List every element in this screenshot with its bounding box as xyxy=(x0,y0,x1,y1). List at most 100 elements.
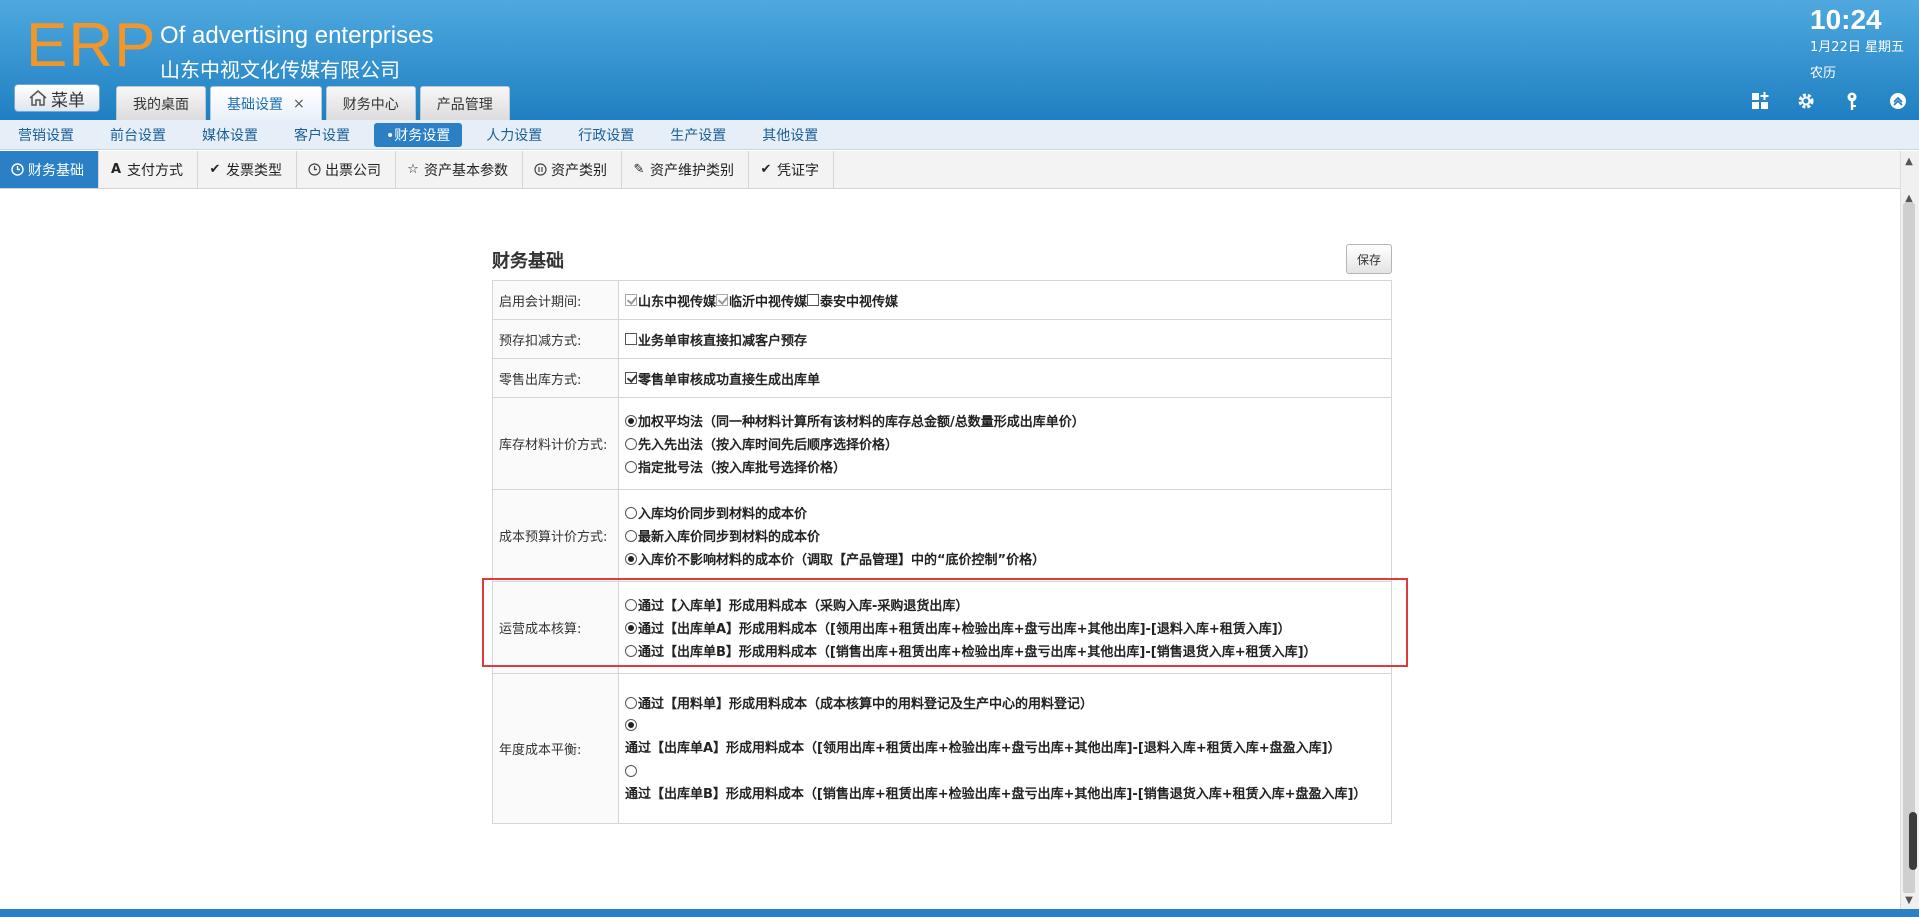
company-name-en: Of advertising enterprises xyxy=(160,22,434,49)
option-label: 通过【入库单】形成用料成本（采购入库-采购退货出库） xyxy=(638,599,969,614)
option-label: 入库价不影响材料的成本价（调取【产品管理】中的“底价控制”价格） xyxy=(638,553,1046,568)
checkbox-prestore-deduct[interactable] xyxy=(625,333,637,345)
row-options: 山东中视传媒 临沂中视传媒 泰安中视传媒 xyxy=(618,280,1392,320)
add-module-icon[interactable] xyxy=(1749,90,1771,112)
subnav-hr-settings[interactable]: 人力设置 xyxy=(474,123,554,147)
check-icon: ✔ xyxy=(209,162,221,177)
collapse-up-icon[interactable] xyxy=(1887,90,1909,112)
tool-label: 发票类型 xyxy=(226,162,282,179)
table-row: 库存材料计价方式: 加权平均法（同一种材料计算所有该材料的库存总金额/总数量形成… xyxy=(492,397,1392,490)
tool-payment-methods[interactable]: A 支付方式 xyxy=(99,151,198,188)
pause-icon xyxy=(533,163,547,177)
option-label: 最新入库价同步到材料的成本价 xyxy=(638,530,821,545)
clock-icon xyxy=(307,163,321,177)
tool-invoicing-company[interactable]: 出票公司 xyxy=(297,151,396,188)
tab-label: 我的桌面 xyxy=(133,96,189,113)
radio-weighted-average[interactable] xyxy=(625,414,637,427)
subnav-media-settings[interactable]: 媒体设置 xyxy=(190,123,270,147)
gear-icon[interactable] xyxy=(1795,90,1817,112)
page-title: 财务基础 xyxy=(492,251,564,272)
table-row: 成本预算计价方式: 入库均价同步到材料的成本价 最新入库价同步到材料的成本价 入… xyxy=(492,489,1392,582)
checkbox-retail-outbound[interactable] xyxy=(625,372,637,384)
radio-inbound-no-effect[interactable] xyxy=(625,552,637,565)
tab-my-desktop[interactable]: 我的桌面 xyxy=(116,86,206,120)
table-row: 运营成本核算: 通过【入库单】形成用料成本（采购入库-采购退货出库） 通过【出库… xyxy=(492,581,1392,674)
tool-finance-basics[interactable]: 财务基础 xyxy=(0,151,99,188)
settings-category-nav: 营销设置 前台设置 媒体设置 客户设置 •财务设置 人力设置 行政设置 生产设置… xyxy=(0,120,1919,150)
radio-outbound-b-cost[interactable] xyxy=(625,644,637,657)
subnav-customer-settings[interactable]: 客户设置 xyxy=(282,123,362,147)
checkbox-shandong[interactable] xyxy=(625,294,637,306)
tool-label: 凭证字 xyxy=(777,162,819,179)
table-row: 预存扣减方式: 业务单审核直接扣减客户预存 xyxy=(492,319,1392,359)
radio-fifo[interactable] xyxy=(625,437,637,450)
radio-inbound-order-cost[interactable] xyxy=(625,598,637,611)
tool-invoice-types[interactable]: ✔ 发票类型 xyxy=(198,151,297,188)
scroll-grip-handle[interactable] xyxy=(1909,812,1917,870)
option-label: 山东中视传媒 xyxy=(638,294,717,310)
row-options: 通过【用料单】形成用料成本（成本核算中的用料登记及生产中心的用料登记） 通过【出… xyxy=(618,673,1392,824)
radio-inbound-average-price[interactable] xyxy=(625,506,637,519)
tool-label: 出票公司 xyxy=(325,162,381,179)
checkbox-linyi[interactable] xyxy=(716,294,729,306)
scrollbar-thumb[interactable] xyxy=(1903,203,1915,893)
scroll-up-arrow-icon[interactable]: ▲ xyxy=(1903,156,1915,167)
row-options: 业务单审核直接扣减客户预存 xyxy=(618,319,1392,359)
row-options: 入库均价同步到材料的成本价 最新入库价同步到材料的成本价 入库价不影响材料的成本… xyxy=(618,489,1392,582)
menu-button-label: 菜单 xyxy=(51,90,85,111)
tab-basic-settings[interactable]: 基础设置 × xyxy=(210,86,322,120)
tab-label: 财务中心 xyxy=(342,96,399,113)
close-icon[interactable]: × xyxy=(293,96,305,112)
tool-label: 资产类别 xyxy=(551,162,607,179)
option-label: 入库均价同步到材料的成本价 xyxy=(638,507,808,522)
clock-icon xyxy=(10,163,24,177)
tool-label: 资产基本参数 xyxy=(424,162,508,179)
key-icon[interactable] xyxy=(1841,90,1863,112)
table-row: 零售出库方式: 零售单审核成功直接生成出库单 xyxy=(492,358,1392,398)
subnav-admin-settings[interactable]: 行政设置 xyxy=(566,123,646,147)
scroll-down-arrow-icon[interactable]: ▼ xyxy=(1903,895,1915,906)
clock-date: 1月22日 星期五 xyxy=(1810,40,1904,55)
subnav-front-desk-settings[interactable]: 前台设置 xyxy=(98,123,178,147)
row-label: 启用会计期间: xyxy=(492,280,619,320)
tab-finance-center[interactable]: 财务中心 xyxy=(325,86,416,120)
row-options: 通过【入库单】形成用料成本（采购入库-采购退货出库） 通过【出库单A】形成用料成… xyxy=(618,581,1392,674)
finance-basics-settings-table: 启用会计期间: 山东中视传媒 临沂中视传媒 泰安中视传媒 预存扣减方式: 业务单… xyxy=(492,280,1392,824)
option-label: 临沂中视传媒 xyxy=(729,294,808,310)
radio-batch-number[interactable] xyxy=(625,460,637,473)
tool-label: 支付方式 xyxy=(127,162,183,179)
option-label: 通过【出库单A】形成用料成本（[领用出库+租赁出库+检验出库+盘亏出库+其他出库… xyxy=(625,740,1341,756)
option-label: 泰安中视传媒 xyxy=(820,294,899,310)
option-label: 加权平均法（同一种材料计算所有该材料的库存总金额/总数量形成出库单价） xyxy=(638,415,1085,430)
subnav-finance-settings[interactable]: •财务设置 xyxy=(374,122,463,147)
subnav-other-settings[interactable]: 其他设置 xyxy=(750,123,830,147)
radio-annual-outbound-a[interactable] xyxy=(625,719,637,731)
radio-latest-inbound-price[interactable] xyxy=(625,529,637,542)
star-icon: ☆ xyxy=(407,162,419,177)
row-label: 成本预算计价方式: xyxy=(492,489,619,582)
check-icon: ✔ xyxy=(760,162,772,177)
save-button[interactable]: 保存 xyxy=(1346,244,1392,274)
tool-voucher-words[interactable]: ✔ 凭证字 xyxy=(749,151,834,188)
tool-asset-basic-params[interactable]: ☆ 资产基本参数 xyxy=(396,151,523,188)
radio-material-usage-cost[interactable] xyxy=(625,696,637,709)
scroll-up-arrow-icon[interactable]: ▲ xyxy=(1903,193,1915,204)
row-options: 加权平均法（同一种材料计算所有该材料的库存总金额/总数量形成出库单价） 先入先出… xyxy=(618,397,1392,490)
tool-asset-categories[interactable]: 资产类别 xyxy=(523,151,622,188)
radio-outbound-a-cost[interactable] xyxy=(625,621,637,634)
option-label: 通过【出库单B】形成用料成本（[销售出库+租赁出库+检验出库+盘亏出库+其他出库… xyxy=(625,786,1367,802)
row-label: 库存材料计价方式: xyxy=(492,397,619,490)
bottom-status-bar xyxy=(0,909,1919,917)
menu-button[interactable]: 菜单 xyxy=(14,84,100,112)
checkbox-taian[interactable] xyxy=(807,294,820,306)
subnav-production-settings[interactable]: 生产设置 xyxy=(658,123,738,147)
subnav-marketing-settings[interactable]: 营销设置 xyxy=(6,123,86,147)
erp-logo: ERP xyxy=(26,11,157,80)
finance-settings-toolbar: 财务基础 A 支付方式 ✔ 发票类型 出票公司 ☆ 资产基本参数 资产类别 ✎ … xyxy=(0,151,1900,189)
row-options: 零售单审核成功直接生成出库单 xyxy=(618,358,1392,398)
tab-product-management[interactable]: 产品管理 xyxy=(419,86,510,120)
radio-annual-outbound-b[interactable] xyxy=(625,765,637,777)
lunar-calendar-link[interactable]: 农历 xyxy=(1810,62,1836,81)
tool-label: 资产维护类别 xyxy=(650,162,734,179)
tool-asset-maintenance-categories[interactable]: ✎ 资产维护类别 xyxy=(622,151,749,188)
